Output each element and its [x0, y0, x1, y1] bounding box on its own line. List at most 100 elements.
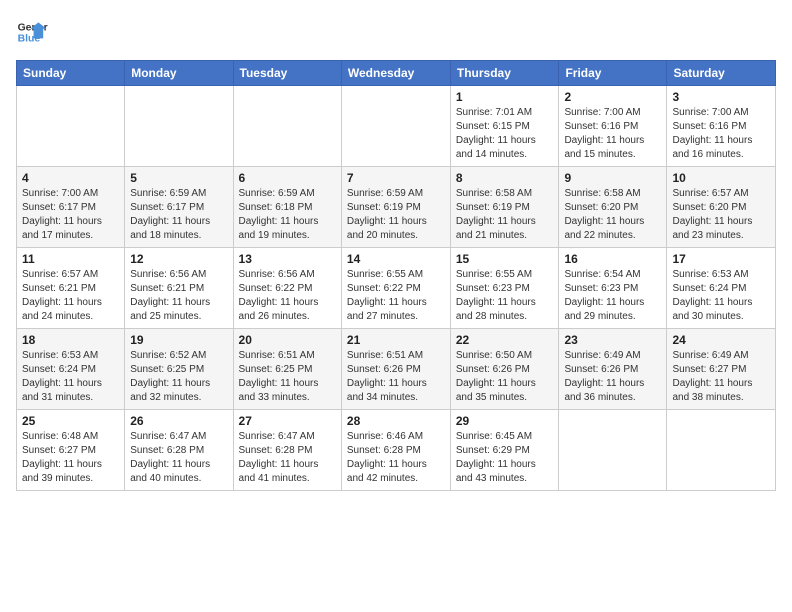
- day-info: Sunrise: 6:48 AM Sunset: 6:27 PM Dayligh…: [22, 430, 119, 486]
- day-number: 5: [130, 171, 227, 185]
- column-header-tuesday: Tuesday: [233, 61, 341, 86]
- day-number: 24: [672, 333, 770, 347]
- day-info: Sunrise: 6:58 AM Sunset: 6:19 PM Dayligh…: [456, 187, 554, 243]
- day-info: Sunrise: 7:01 AM Sunset: 6:15 PM Dayligh…: [456, 106, 554, 162]
- calendar-cell: 25 Sunrise: 6:48 AM Sunset: 6:27 PM Dayli…: [17, 410, 125, 491]
- day-number: 16: [564, 252, 661, 266]
- day-number: 22: [456, 333, 554, 347]
- day-info: Sunrise: 7:00 AM Sunset: 6:16 PM Dayligh…: [564, 106, 661, 162]
- calendar-cell: 11 Sunrise: 6:57 AM Sunset: 6:21 PM Dayli…: [17, 248, 125, 329]
- day-number: 8: [456, 171, 554, 185]
- day-number: 4: [22, 171, 119, 185]
- calendar-week-2: 4 Sunrise: 7:00 AM Sunset: 6:17 PM Daylig…: [17, 167, 776, 248]
- calendar-cell: 14 Sunrise: 6:55 AM Sunset: 6:22 PM Dayli…: [341, 248, 450, 329]
- day-info: Sunrise: 6:46 AM Sunset: 6:28 PM Dayligh…: [347, 430, 445, 486]
- day-number: 1: [456, 90, 554, 104]
- day-info: Sunrise: 7:00 AM Sunset: 6:17 PM Dayligh…: [22, 187, 119, 243]
- day-number: 25: [22, 414, 119, 428]
- column-header-monday: Monday: [125, 61, 233, 86]
- day-number: 20: [239, 333, 336, 347]
- day-info: Sunrise: 6:56 AM Sunset: 6:21 PM Dayligh…: [130, 268, 227, 324]
- day-info: Sunrise: 6:59 AM Sunset: 6:19 PM Dayligh…: [347, 187, 445, 243]
- day-info: Sunrise: 6:58 AM Sunset: 6:20 PM Dayligh…: [564, 187, 661, 243]
- day-number: 29: [456, 414, 554, 428]
- day-info: Sunrise: 6:56 AM Sunset: 6:22 PM Dayligh…: [239, 268, 336, 324]
- column-header-saturday: Saturday: [667, 61, 776, 86]
- calendar-cell: 29Sunrise: 6:45 AM Sunset: 6:29 PM Dayli…: [450, 410, 559, 491]
- calendar-cell: 3 Sunrise: 7:00 AM Sunset: 6:16 PM Daylig…: [667, 86, 776, 167]
- calendar-cell: 28 Sunrise: 6:46 AM Sunset: 6:28 PM Dayli…: [341, 410, 450, 491]
- calendar-cell: [125, 86, 233, 167]
- calendar-cell: 19 Sunrise: 6:52 AM Sunset: 6:25 PM Dayli…: [125, 329, 233, 410]
- day-info: Sunrise: 6:52 AM Sunset: 6:25 PM Dayligh…: [130, 349, 227, 405]
- calendar-cell: [667, 410, 776, 491]
- day-info: Sunrise: 6:51 AM Sunset: 6:26 PM Dayligh…: [347, 349, 445, 405]
- calendar-cell: 22 Sunrise: 6:50 AM Sunset: 6:26 PM Dayli…: [450, 329, 559, 410]
- day-info: Sunrise: 6:49 AM Sunset: 6:26 PM Dayligh…: [564, 349, 661, 405]
- day-info: Sunrise: 6:53 AM Sunset: 6:24 PM Dayligh…: [672, 268, 770, 324]
- day-info: Sunrise: 7:00 AM Sunset: 6:16 PM Dayligh…: [672, 106, 770, 162]
- day-number: 28: [347, 414, 445, 428]
- day-number: 7: [347, 171, 445, 185]
- day-info: Sunrise: 6:57 AM Sunset: 6:21 PM Dayligh…: [22, 268, 119, 324]
- day-number: 9: [564, 171, 661, 185]
- calendar-cell: 4 Sunrise: 7:00 AM Sunset: 6:17 PM Daylig…: [17, 167, 125, 248]
- day-info: Sunrise: 6:59 AM Sunset: 6:17 PM Dayligh…: [130, 187, 227, 243]
- calendar-cell: [559, 410, 667, 491]
- day-info: Sunrise: 6:51 AM Sunset: 6:25 PM Dayligh…: [239, 349, 336, 405]
- day-number: 14: [347, 252, 445, 266]
- calendar-cell: 9 Sunrise: 6:58 AM Sunset: 6:20 PM Daylig…: [559, 167, 667, 248]
- day-number: 2: [564, 90, 661, 104]
- calendar-cell: 26 Sunrise: 6:47 AM Sunset: 6:28 PM Dayli…: [125, 410, 233, 491]
- calendar-cell: 21 Sunrise: 6:51 AM Sunset: 6:26 PM Dayli…: [341, 329, 450, 410]
- calendar-header-row: SundayMondayTuesdayWednesdayThursdayFrid…: [17, 61, 776, 86]
- day-number: 11: [22, 252, 119, 266]
- calendar-cell: 17 Sunrise: 6:53 AM Sunset: 6:24 PM Dayli…: [667, 248, 776, 329]
- day-number: 21: [347, 333, 445, 347]
- calendar-cell: 10Sunrise: 6:57 AM Sunset: 6:20 PM Dayli…: [667, 167, 776, 248]
- day-number: 12: [130, 252, 227, 266]
- day-number: 19: [130, 333, 227, 347]
- calendar-cell: 7 Sunrise: 6:59 AM Sunset: 6:19 PM Daylig…: [341, 167, 450, 248]
- day-number: 13: [239, 252, 336, 266]
- calendar-cell: 24Sunrise: 6:49 AM Sunset: 6:27 PM Dayli…: [667, 329, 776, 410]
- logo-icon: General Blue: [16, 16, 48, 48]
- calendar-cell: 8 Sunrise: 6:58 AM Sunset: 6:19 PM Daylig…: [450, 167, 559, 248]
- day-info: Sunrise: 6:47 AM Sunset: 6:28 PM Dayligh…: [239, 430, 336, 486]
- day-info: Sunrise: 6:53 AM Sunset: 6:24 PM Dayligh…: [22, 349, 119, 405]
- calendar-cell: 20 Sunrise: 6:51 AM Sunset: 6:25 PM Dayli…: [233, 329, 341, 410]
- column-header-wednesday: Wednesday: [341, 61, 450, 86]
- calendar-cell: [341, 86, 450, 167]
- day-number: 23: [564, 333, 661, 347]
- calendar-cell: 15Sunrise: 6:55 AM Sunset: 6:23 PM Dayli…: [450, 248, 559, 329]
- calendar-week-3: 11 Sunrise: 6:57 AM Sunset: 6:21 PM Dayli…: [17, 248, 776, 329]
- day-number: 26: [130, 414, 227, 428]
- calendar-week-5: 25 Sunrise: 6:48 AM Sunset: 6:27 PM Dayli…: [17, 410, 776, 491]
- day-info: Sunrise: 6:47 AM Sunset: 6:28 PM Dayligh…: [130, 430, 227, 486]
- calendar-cell: 18 Sunrise: 6:53 AM Sunset: 6:24 PM Dayli…: [17, 329, 125, 410]
- column-header-friday: Friday: [559, 61, 667, 86]
- calendar-cell: 12 Sunrise: 6:56 AM Sunset: 6:21 PM Dayli…: [125, 248, 233, 329]
- day-number: 6: [239, 171, 336, 185]
- day-info: Sunrise: 6:59 AM Sunset: 6:18 PM Dayligh…: [239, 187, 336, 243]
- page-header: General Blue: [16, 16, 776, 48]
- calendar-week-1: 1 Sunrise: 7:01 AM Sunset: 6:15 PM Daylig…: [17, 86, 776, 167]
- day-info: Sunrise: 6:55 AM Sunset: 6:22 PM Dayligh…: [347, 268, 445, 324]
- calendar-cell: 1 Sunrise: 7:01 AM Sunset: 6:15 PM Daylig…: [450, 86, 559, 167]
- calendar-cell: 13 Sunrise: 6:56 AM Sunset: 6:22 PM Dayli…: [233, 248, 341, 329]
- logo: General Blue: [16, 16, 48, 48]
- day-number: 10: [672, 171, 770, 185]
- calendar-cell: 6 Sunrise: 6:59 AM Sunset: 6:18 PM Daylig…: [233, 167, 341, 248]
- column-header-sunday: Sunday: [17, 61, 125, 86]
- day-info: Sunrise: 6:54 AM Sunset: 6:23 PM Dayligh…: [564, 268, 661, 324]
- calendar-cell: 23 Sunrise: 6:49 AM Sunset: 6:26 PM Dayli…: [559, 329, 667, 410]
- day-number: 3: [672, 90, 770, 104]
- day-number: 18: [22, 333, 119, 347]
- day-info: Sunrise: 6:50 AM Sunset: 6:26 PM Dayligh…: [456, 349, 554, 405]
- day-info: Sunrise: 6:55 AM Sunset: 6:23 PM Dayligh…: [456, 268, 554, 324]
- calendar-cell: 5 Sunrise: 6:59 AM Sunset: 6:17 PM Daylig…: [125, 167, 233, 248]
- day-number: 17: [672, 252, 770, 266]
- calendar-cell: 2 Sunrise: 7:00 AM Sunset: 6:16 PM Daylig…: [559, 86, 667, 167]
- calendar-week-4: 18 Sunrise: 6:53 AM Sunset: 6:24 PM Dayli…: [17, 329, 776, 410]
- calendar-cell: [233, 86, 341, 167]
